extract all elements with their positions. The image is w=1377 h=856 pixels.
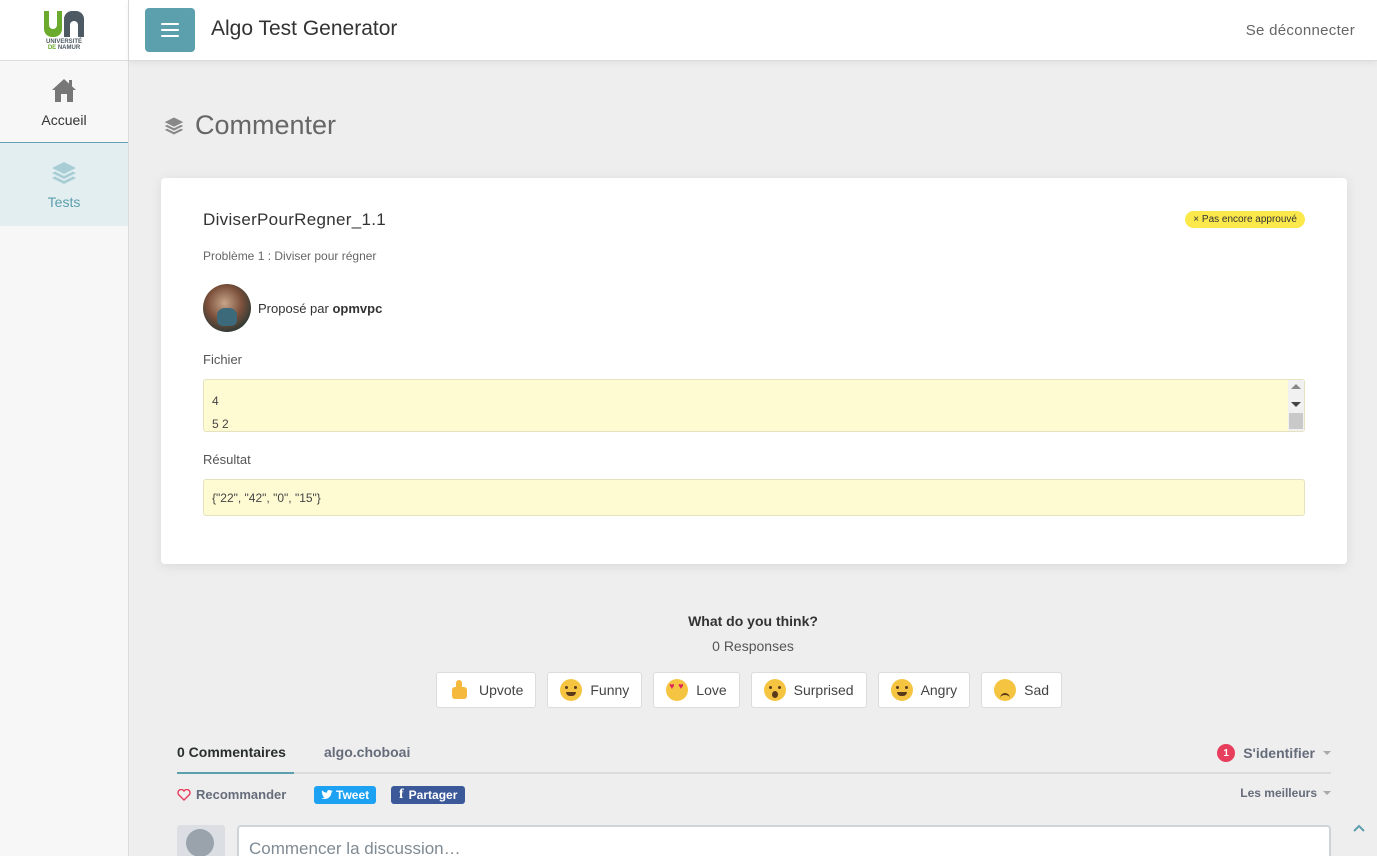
- logo-mark-icon: [44, 9, 84, 37]
- result-label: Résultat: [203, 452, 251, 467]
- file-label: Fichier: [203, 352, 243, 367]
- sidebar-item-accueil[interactable]: Accueil: [0, 61, 128, 143]
- sidebar: UNIVERSITÉ DE NAMUR Accueil Tests: [0, 0, 129, 856]
- menu-toggle-button[interactable]: [145, 8, 195, 52]
- sad-face-icon: [994, 679, 1017, 701]
- notification-badge[interactable]: 1: [1217, 744, 1236, 762]
- avatar: [177, 825, 225, 856]
- status-text: Pas encore approuvé: [1201, 214, 1297, 225]
- problem-title: Problème 1 : Diviser pour régner: [203, 249, 377, 263]
- reactions-bar: Upvote Funny Love Surprised Angry Sad: [436, 672, 1063, 708]
- test-name: DiviserPourRegner_1.1: [203, 210, 386, 229]
- test-card: DiviserPourRegner_1.1 × Pas encore appro…: [161, 178, 1347, 564]
- share-row: Recommander Tweet f Partager Les meilleu…: [177, 786, 1331, 806]
- chevron-down-icon: [1323, 751, 1331, 755]
- sort-menu[interactable]: Les meilleurs: [1240, 786, 1331, 800]
- home-icon: [52, 78, 76, 102]
- funny-face-icon: [560, 679, 583, 701]
- recommend-button[interactable]: Recommander: [177, 787, 286, 802]
- sidebar-item-label: Tests: [47, 193, 81, 210]
- sidebar-item-label: Accueil: [41, 111, 87, 128]
- file-line: 4: [212, 394, 219, 408]
- author-name[interactable]: opmvpc: [332, 301, 382, 316]
- scroll-down-icon[interactable]: [1291, 402, 1301, 407]
- thumbs-up-icon: [449, 679, 471, 701]
- comments-tabs: 0 Commentaires algo.choboai 1 S'identifi…: [177, 744, 1331, 774]
- app-title: Algo Test Generator: [211, 17, 398, 40]
- result-field[interactable]: {"22", "42", "0", "15"}: [203, 479, 1305, 516]
- login-label: S'identifier: [1243, 745, 1315, 761]
- file-textarea[interactable]: 4 5 2: [203, 379, 1305, 432]
- twitter-icon: [321, 790, 333, 799]
- logo-line-2-prefix: DE: [47, 45, 57, 51]
- resize-handle-icon[interactable]: [1289, 413, 1303, 429]
- page-heading: Commenter: [163, 110, 336, 141]
- textarea-scrollbar[interactable]: [1288, 380, 1304, 431]
- avatar: [203, 284, 251, 332]
- login-menu[interactable]: 1 S'identifier: [1217, 744, 1331, 762]
- scroll-up-icon[interactable]: [1291, 384, 1301, 389]
- logo-line-2: NAMUR: [57, 45, 81, 51]
- tab-comments[interactable]: 0 Commentaires: [177, 744, 294, 774]
- comment-input[interactable]: Commencer la discussion…: [237, 825, 1331, 856]
- tab-forum[interactable]: algo.choboai: [324, 744, 410, 760]
- author-info: Proposé par opmvpc: [203, 284, 382, 332]
- logout-link[interactable]: Se déconnecter: [1246, 22, 1355, 39]
- chevron-down-icon: [1323, 791, 1331, 795]
- reaction-angry-button[interactable]: Angry: [877, 672, 971, 708]
- close-icon: ×: [1193, 214, 1200, 225]
- sidebar-item-tests[interactable]: Tests: [0, 143, 128, 226]
- reaction-surprised-button[interactable]: Surprised: [750, 672, 867, 708]
- angry-face-icon: [890, 679, 913, 701]
- reactions-question: What do you think?: [688, 613, 818, 629]
- university-logo[interactable]: UNIVERSITÉ DE NAMUR: [0, 0, 128, 61]
- status-badge: × Pas encore approuvé: [1185, 211, 1305, 228]
- facebook-icon: f: [399, 787, 404, 802]
- surprised-face-icon: [763, 679, 786, 701]
- tweet-button[interactable]: Tweet: [314, 786, 377, 804]
- facebook-share-button[interactable]: f Partager: [391, 786, 466, 804]
- page-title: Commenter: [195, 110, 337, 140]
- layers-icon: [52, 161, 76, 184]
- hamburger-icon: [161, 23, 179, 25]
- reaction-sad-button[interactable]: Sad: [981, 672, 1063, 708]
- file-line: 5 2: [212, 417, 229, 431]
- heart-eyes-icon: [666, 679, 689, 701]
- compose-area: Commencer la discussion…: [177, 825, 1331, 856]
- chevron-up-icon[interactable]: [1351, 820, 1367, 836]
- top-bar: Algo Test Generator Se déconnecter: [129, 0, 1377, 61]
- reactions-count: 0 Responses: [712, 638, 794, 654]
- reaction-love-button[interactable]: Love: [653, 672, 740, 708]
- layers-icon: [164, 117, 184, 134]
- reaction-funny-button[interactable]: Funny: [547, 672, 643, 708]
- heart-icon: [177, 788, 191, 801]
- reaction-upvote-button[interactable]: Upvote: [436, 672, 537, 708]
- proposed-by-label: Proposé par opmvpc: [258, 300, 383, 316]
